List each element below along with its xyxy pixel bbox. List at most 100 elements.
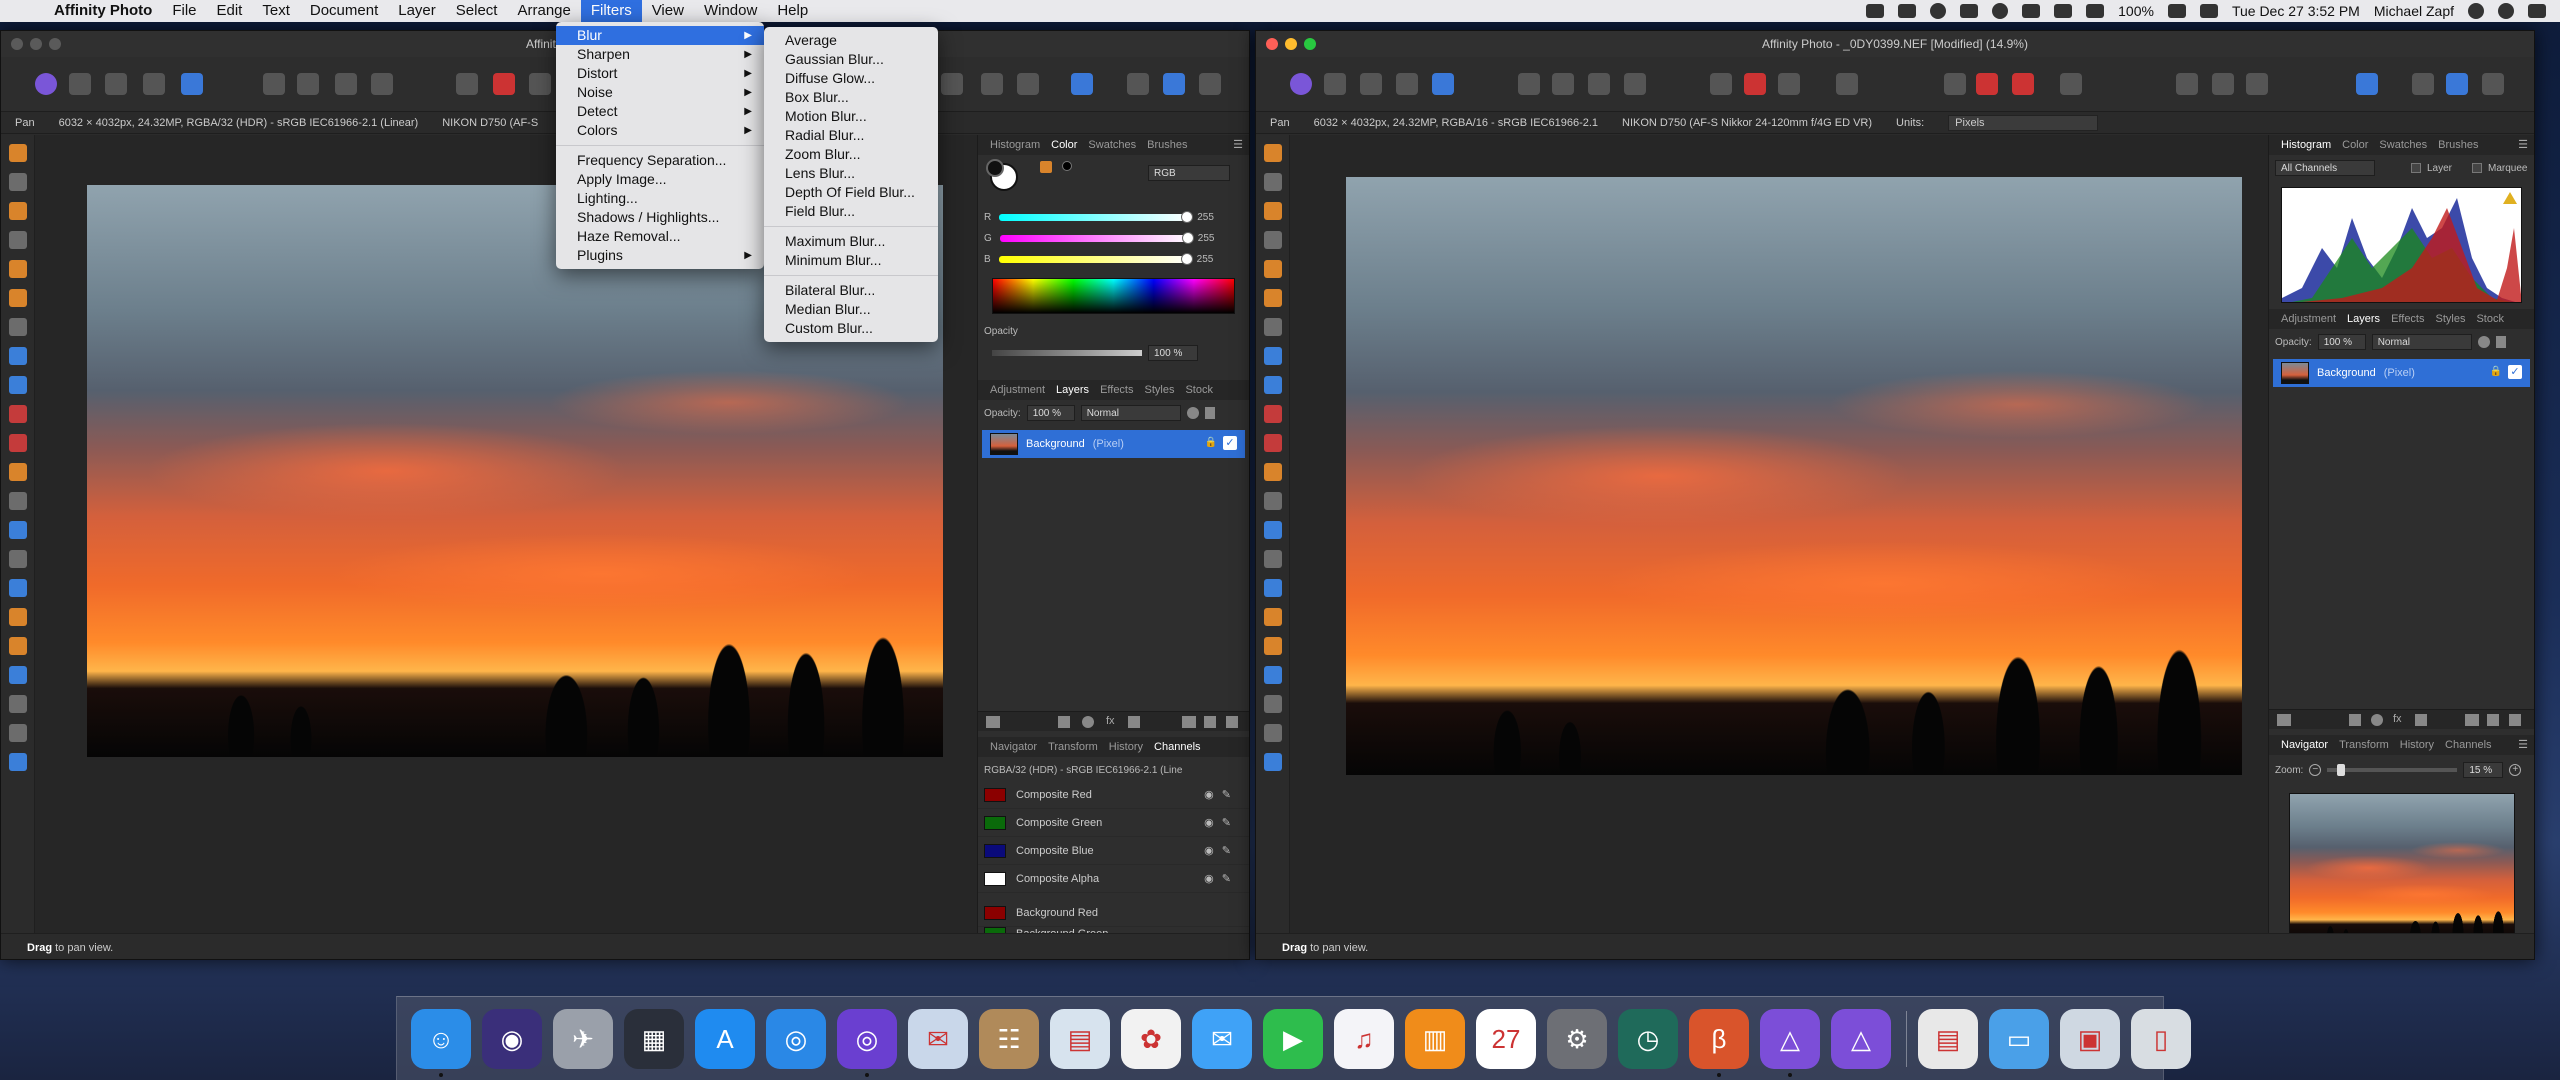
channel-visibility-icon[interactable]: ◉✎ [1204, 844, 1239, 857]
color-swatch-black[interactable] [1062, 161, 1072, 171]
dock-affinity-photo-icon[interactable]: △ [1760, 1009, 1820, 1069]
spotlight-icon[interactable] [2468, 3, 2484, 19]
input-source-icon[interactable] [2199, 4, 2218, 18]
clock-icon[interactable] [1992, 3, 2009, 19]
units-select[interactable]: Pixels [1948, 114, 2099, 131]
layer-lock-icon[interactable] [1204, 407, 1215, 419]
healing-brush-tool-icon[interactable] [9, 550, 27, 568]
menu-window[interactable]: Window [694, 0, 767, 22]
layer-settings-icon[interactable] [1186, 407, 1199, 419]
dock-preview-icon[interactable]: ▤ [1050, 1009, 1110, 1069]
selection-marquee-icon[interactable] [1710, 73, 1732, 95]
snapping-icon[interactable] [1163, 73, 1185, 95]
photo-persona-icon[interactable] [35, 73, 57, 95]
tab-brushes[interactable]: Brushes [1147, 139, 1187, 151]
add-layer-icon[interactable] [1204, 716, 1216, 728]
dock-document-icon[interactable]: ▤ [1918, 1009, 1978, 1069]
notification-center-icon[interactable] [2528, 4, 2546, 18]
hand-tool-icon[interactable] [1264, 144, 1282, 162]
tab-stock[interactable]: Stock [2476, 313, 2504, 325]
delete-layer-icon[interactable] [1226, 716, 1238, 728]
deselect-icon[interactable] [1744, 73, 1766, 95]
close-icon[interactable] [11, 38, 23, 50]
stroke-color-well[interactable] [986, 159, 1004, 177]
shape-tool-icon[interactable] [1264, 666, 1282, 684]
gradient-tool-icon[interactable] [9, 376, 27, 394]
mesh-warp-tool-icon[interactable] [1264, 724, 1282, 742]
color-opacity-value[interactable]: 100 % [1148, 345, 1198, 361]
red-slider[interactable] [999, 211, 1194, 223]
tab-navigator[interactable]: Navigator [990, 741, 1037, 753]
battery-icon[interactable] [2167, 4, 2186, 18]
layer-row-background[interactable]: Background (Pixel) 🔒 ✓ [982, 430, 1245, 458]
clone-tool-icon[interactable] [1264, 521, 1282, 539]
insert-inside-icon[interactable] [1017, 73, 1039, 95]
move-tool-icon[interactable] [1264, 173, 1282, 191]
dock-facetime-icon[interactable]: ▶ [1263, 1009, 1323, 1069]
dock-affinity-photo-beta-icon[interactable]: β [1689, 1009, 1749, 1069]
tab-adjustment[interactable]: Adjustment [2281, 313, 2336, 325]
histogram-channel-select[interactable]: All Channels [2275, 160, 2375, 176]
mask-layer-icon[interactable] [1058, 716, 1070, 728]
fx-icon[interactable]: fx [2393, 713, 2402, 725]
export-persona-icon[interactable] [1432, 73, 1454, 95]
tab-navigator[interactable]: Navigator [2281, 739, 2328, 751]
menu-arrange[interactable]: Arrange [507, 0, 580, 22]
red-eye-tool-icon[interactable] [1264, 608, 1282, 626]
blur-item[interactable]: Radial Blur... [764, 126, 938, 145]
sampling-icon[interactable] [2060, 73, 2082, 95]
channel-row[interactable]: Composite Red ◉✎ [978, 781, 1249, 809]
dock-screenshot-icon[interactable]: ▣ [2060, 1009, 2120, 1069]
auto-white-balance-icon[interactable] [1624, 73, 1646, 95]
flood-fill-tool-icon[interactable] [1264, 347, 1282, 365]
pixel-tool-icon[interactable] [1264, 434, 1282, 452]
tab-adjustment[interactable]: Adjustment [990, 384, 1045, 396]
live-filter-icon[interactable] [1128, 716, 1140, 728]
panel-menu-icon[interactable]: ☰ [1233, 138, 1243, 151]
snapping-icon[interactable] [2446, 73, 2468, 95]
align-icon[interactable] [1071, 73, 1093, 95]
dock-affinity-designer-icon[interactable]: △ [1831, 1009, 1891, 1069]
marquee-checkbox[interactable] [2472, 163, 2483, 173]
blur-item[interactable]: Diffuse Glow... [764, 69, 938, 88]
insert-behind-icon[interactable] [941, 73, 963, 95]
panel-menu-icon[interactable]: ☰ [2518, 138, 2528, 151]
channel-visibility-icon[interactable]: ◉✎ [1204, 872, 1239, 885]
opacity-slider[interactable] [992, 350, 1142, 356]
wifi-icon[interactable] [2054, 4, 2073, 18]
assistant-icon[interactable] [1127, 73, 1149, 95]
insert-inside-icon[interactable] [2246, 73, 2268, 95]
menu-clock[interactable]: Tue Dec 27 3:52 PM [2232, 3, 2360, 19]
adjustment-icon[interactable] [2371, 714, 2383, 726]
blend-mode-select[interactable]: Normal [1080, 405, 1181, 421]
layer-visibility-checkbox[interactable]: ✓ [2508, 365, 2522, 379]
erase-tool-icon[interactable] [9, 463, 27, 481]
liquify-persona-icon[interactable] [69, 73, 91, 95]
red-value[interactable]: 255 [1197, 212, 1214, 223]
add-layer-icon[interactable] [2487, 714, 2499, 726]
photo-persona-icon[interactable] [1290, 73, 1312, 95]
menu-item-blur[interactable]: Blur ▶ [556, 26, 764, 45]
layer-opacity-select[interactable]: 100 % [1026, 405, 1075, 421]
pen-tool-icon[interactable] [1264, 637, 1282, 655]
blend-mode-select[interactable]: Normal [2371, 334, 2472, 350]
menu-item-plugins[interactable]: Plugins ▶ [556, 246, 764, 265]
menu-text[interactable]: Text [252, 0, 300, 22]
color-picker-tool-icon[interactable] [1264, 202, 1282, 220]
insert-top-icon[interactable] [2212, 73, 2234, 95]
dodge-tool-icon[interactable] [1264, 492, 1282, 510]
crop-tool-icon[interactable] [9, 231, 27, 249]
minimize-icon[interactable] [30, 38, 42, 50]
dock-contacts-icon[interactable]: ☷ [979, 1009, 1039, 1069]
display-icon[interactable] [1898, 4, 1917, 18]
auto-white-balance-icon[interactable] [371, 73, 393, 95]
delete-layer-icon[interactable] [2509, 714, 2521, 726]
menu-item-shadows-highlights[interactable]: Shadows / Highlights... [556, 208, 764, 227]
hand-tool-icon[interactable] [9, 144, 27, 162]
blur-item[interactable]: Gaussian Blur... [764, 50, 938, 69]
dock-ibooks-icon[interactable]: ▥ [1405, 1009, 1465, 1069]
pixel-tool-icon[interactable] [9, 434, 27, 452]
tab-transform[interactable]: Transform [1048, 741, 1098, 753]
dodge-tool-icon[interactable] [9, 492, 27, 510]
tone-mapping-persona-icon[interactable] [143, 73, 165, 95]
